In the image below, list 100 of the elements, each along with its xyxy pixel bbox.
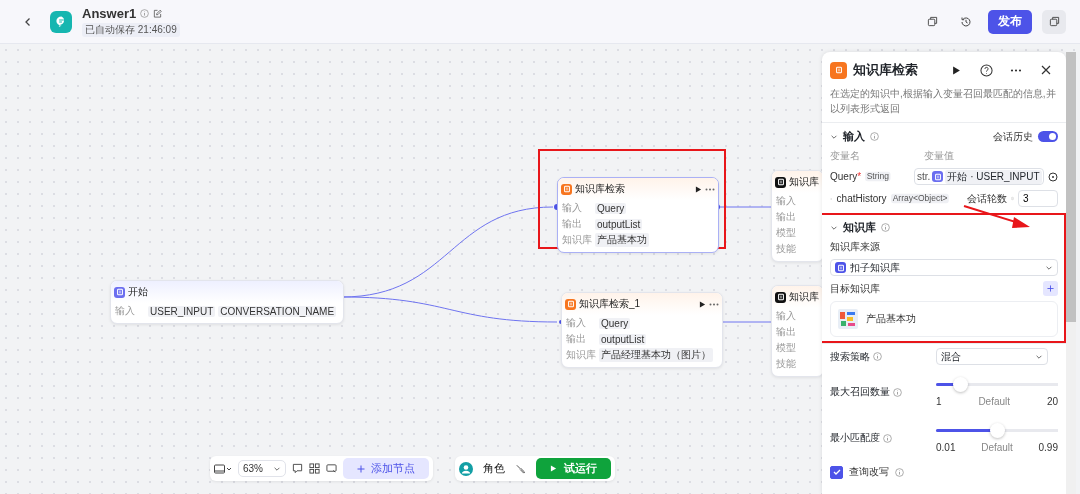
variable-name: chatHistory (836, 193, 887, 204)
check-icon (832, 468, 841, 476)
add-button[interactable] (1043, 281, 1058, 296)
knowledge-thumbnail (838, 309, 858, 329)
knowledge-base-icon (561, 183, 572, 195)
row-label: 输入 (566, 316, 587, 330)
variable-name: Query (830, 171, 858, 182)
field-label: 搜索策略 (830, 349, 930, 364)
node-title: 知识库 (789, 175, 819, 189)
row-label: 技能 (776, 357, 797, 371)
field-label: 最小匹配度 (830, 431, 930, 445)
variable-tag: USER_INPUT (148, 305, 216, 317)
start-icon (932, 171, 944, 182)
publish-button[interactable]: 发布 (988, 9, 1032, 34)
workflow-node[interactable]: 知识库检索_1 输入 Query 输出 outputList 知识库 产品经理基本功（图片） (561, 292, 723, 368)
variable-tag: Query (599, 317, 631, 329)
column-header: 变量名 (830, 149, 861, 163)
more-icon[interactable] (705, 187, 715, 191)
row-label: 输出 (776, 325, 797, 339)
play-icon (550, 465, 557, 472)
more-icon[interactable] (709, 302, 719, 306)
knowledge-base-icon (830, 61, 847, 79)
reference-field[interactable]: str. 开始 · USER_INPUT (914, 168, 1044, 185)
row-label: 知识库 (562, 233, 592, 247)
history-toggle[interactable] (1038, 131, 1058, 142)
default-label: Default (978, 396, 1011, 407)
row-label: 模型 (776, 226, 797, 240)
section-title: 知识库 (843, 220, 876, 235)
checkbox[interactable] (830, 465, 843, 479)
plus-icon (1047, 285, 1054, 292)
workflow-node[interactable]: 知识库检索 输入 Query 输出 outputList 知识库 产品基本功 (557, 177, 719, 253)
knowledge-name: 产品基本功 (866, 312, 916, 326)
grid-icon[interactable] (309, 463, 320, 474)
variable-tag: 产品基本功 (595, 233, 649, 247)
edit-icon[interactable] (153, 9, 163, 18)
autosave-status: 已自动保存 21:46:09 (82, 23, 180, 37)
panel-title: 知识库检索 (853, 61, 919, 79)
min-value: 0.01 (936, 442, 956, 453)
node-title: 知识库检索 (575, 182, 625, 196)
field-label: 知识库来源 (830, 240, 881, 254)
wrench-icon[interactable] (515, 463, 526, 474)
variable-reference: 开始 · USER_INPUT (945, 169, 1042, 184)
column-header: 变量值 (924, 149, 954, 163)
window-icon[interactable] (1042, 9, 1066, 34)
slider-thumb[interactable] (953, 377, 969, 392)
type-tag: String (865, 171, 891, 182)
source-select[interactable]: 扣子知识库 (830, 259, 1058, 276)
section-title: 输入 (843, 129, 865, 144)
variable-tag: outputList (595, 218, 643, 230)
row-label: 输出 (566, 332, 587, 346)
row-label: 技能 (776, 242, 797, 256)
type-tag: Array<Object> (890, 193, 949, 204)
row-label: 输入 (776, 309, 797, 323)
row-label: 输出 (776, 210, 797, 224)
workflow-node[interactable]: 知识库 输入 输出 模型 技能 (771, 170, 824, 262)
row-label: 模型 (776, 341, 797, 355)
back-icon (23, 16, 33, 27)
row-label: 知识库 (566, 348, 596, 362)
type-prefix: str. (917, 171, 931, 182)
variable-tag: outputList (599, 333, 647, 345)
play-icon[interactable] (699, 300, 706, 308)
field-label: 最大召回数量 (830, 385, 930, 399)
workflow-node[interactable]: 开始 输入 USER_INPUT CONVERSATION_NAME (110, 280, 344, 324)
strategy-select[interactable]: 混合 (936, 348, 1048, 365)
row-label: 输入 (115, 304, 136, 318)
avatar-icon (459, 461, 473, 476)
field-label: 会话轮数 (967, 191, 1008, 206)
target-icon[interactable] (1048, 171, 1058, 182)
variable-tag: 产品经理基本功（图片） (599, 348, 713, 362)
checkbox-label: 查询改写 (849, 465, 889, 479)
app-title: Answer1 (82, 6, 137, 21)
field-label: 目标知识库 (830, 281, 880, 296)
minimap-icon[interactable] (214, 463, 232, 474)
toggle-label: 会话历史 (993, 129, 1033, 144)
knowledge-card[interactable]: 产品基本功 (830, 301, 1058, 337)
plus-icon (357, 464, 365, 473)
role-button[interactable]: 角色 (483, 461, 505, 476)
play-icon[interactable] (695, 185, 702, 193)
annotation-arrow (962, 204, 1032, 230)
row-label: 输入 (776, 194, 797, 208)
zoom-select[interactable]: 63% (238, 460, 286, 477)
variable-tag: CONVERSATION_NAME (218, 305, 337, 317)
slider-thumb[interactable] (990, 423, 1005, 438)
comment-icon[interactable] (292, 463, 303, 474)
knowledge-base-icon (565, 298, 576, 310)
app-icon (50, 10, 72, 33)
node-title: 知识库检索_1 (579, 297, 641, 311)
node-title: 开始 (128, 285, 148, 299)
max-value: 0.99 (1038, 442, 1058, 453)
max-value: 20 (1046, 396, 1058, 407)
add-node-button[interactable]: 添加节点 (343, 458, 429, 479)
node-title: 知识库 (789, 290, 819, 304)
required-mark: * (857, 171, 862, 182)
rounds-field[interactable]: 3 (1018, 190, 1058, 207)
workflow-node[interactable]: 知识库 输入 输出 模型 技能 (771, 285, 824, 377)
variable-tag: Query (595, 202, 627, 214)
row-label: 输出 (562, 217, 583, 231)
row-label: 输入 (562, 201, 583, 215)
screen-icon[interactable] (326, 463, 337, 474)
scrollbar[interactable] (1066, 52, 1076, 494)
